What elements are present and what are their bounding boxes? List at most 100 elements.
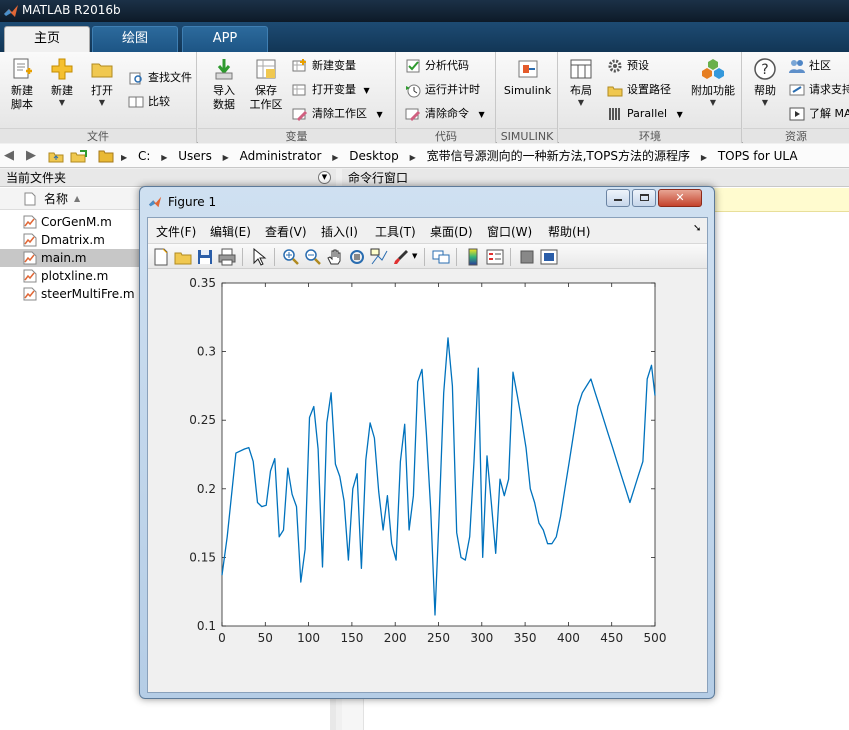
add-ons-dropdown-arrow-icon[interactable]: ▼ [687, 98, 739, 108]
name-column-label: 名称 [44, 192, 69, 206]
menu-dock-arrow-icon[interactable]: ➘ [693, 223, 701, 234]
open-file-icon[interactable] [174, 248, 192, 266]
import-data-icon [215, 59, 233, 80]
set-path-button[interactable]: 设置路径 [607, 80, 671, 100]
figure-window[interactable]: Figure 1 ✕ 文件(F) 编辑(E) 查看(V) 插入(I) 工具(T)… [139, 186, 715, 699]
clear-workspace-dropdown-icon[interactable]: ▼ [377, 110, 383, 119]
open-variable-dropdown-icon[interactable]: ▼ [364, 86, 370, 95]
pan-hand-icon[interactable] [326, 248, 344, 266]
menu-insert[interactable]: 插入(I) [321, 223, 358, 240]
community-button[interactable]: 社区 [789, 56, 831, 76]
clear-workspace-button[interactable]: 清除工作区 ▼ [292, 104, 383, 124]
open-button[interactable]: 打开 ▼ [84, 57, 120, 108]
parallel-button[interactable]: Parallel ▼ [607, 104, 683, 124]
brush-icon[interactable] [392, 248, 410, 266]
compare-button[interactable]: 比较 [128, 92, 170, 112]
breadcrumb-drive[interactable]: C: [134, 144, 154, 168]
up-folder-icon[interactable] [48, 148, 64, 164]
breadcrumb-tops-for-ula[interactable]: TOPS for ULA [714, 144, 802, 168]
simulink-group-label: SIMULINK [497, 128, 557, 143]
file-group-label: 文件 [0, 128, 196, 143]
show-plot-tools-icon[interactable] [540, 248, 558, 266]
figure-title-bar[interactable]: Figure 1 ✕ [140, 187, 714, 215]
open-dropdown-arrow-icon[interactable]: ▼ [84, 98, 120, 108]
hide-plot-tools-icon[interactable] [518, 248, 536, 266]
breadcrumb-project-folder[interactable]: 宽带信号源测向的一种新方法,TOPS方法的源程序 [423, 144, 694, 168]
breadcrumb-desktop[interactable]: Desktop [345, 144, 403, 168]
menu-edit[interactable]: 编辑(E) [210, 223, 251, 240]
parallel-dropdown-icon[interactable]: ▼ [677, 110, 683, 119]
new-script-button[interactable]: 新建 脚本 [2, 57, 42, 112]
app-title-bar[interactable]: MATLAB R2016b [0, 0, 849, 22]
rotate-3d-icon[interactable] [348, 248, 366, 266]
new-variable-button[interactable]: 新建变量 [292, 56, 356, 76]
zoom-in-icon[interactable] [282, 248, 300, 266]
menu-view[interactable]: 查看(V) [265, 223, 307, 240]
save-workspace-button[interactable]: 保存 工作区 [246, 57, 286, 112]
matlab-logo-icon [4, 5, 18, 17]
back-arrow-icon[interactable]: ◀ [4, 148, 14, 163]
zoom-out-icon[interactable] [304, 248, 322, 266]
preferences-button[interactable]: 预设 [607, 56, 649, 76]
current-folder-header[interactable]: 当前文件夹 ▼ [0, 169, 336, 187]
legend-icon[interactable] [486, 248, 504, 266]
menu-file[interactable]: 文件(F) [156, 223, 196, 240]
matlab-file-icon [23, 287, 37, 301]
clear-commands-dropdown-icon[interactable]: ▼ [479, 110, 485, 119]
add-ons-button[interactable]: 附加功能 ▼ [687, 57, 739, 108]
menu-help[interactable]: 帮助(H) [548, 223, 590, 240]
clear-workspace-icon [292, 108, 308, 122]
print-icon[interactable] [218, 248, 236, 266]
menu-desktop[interactable]: 桌面(D) [430, 223, 473, 240]
minimize-button[interactable] [606, 189, 630, 207]
import-data-button[interactable]: 导入 数据 [204, 57, 244, 112]
new-figure-icon[interactable] [152, 248, 170, 266]
request-support-button[interactable]: 请求支持 [789, 80, 849, 100]
find-files-button[interactable]: 查找文件 [128, 68, 192, 88]
analyze-code-button[interactable]: 分析代码 [405, 56, 469, 76]
close-button[interactable]: ✕ [658, 189, 702, 207]
svg-text:?: ? [761, 62, 768, 78]
colorbar-icon[interactable] [464, 248, 482, 266]
y-tick-label: 0.25 [189, 413, 216, 427]
axes-box [221, 282, 656, 627]
maximize-button[interactable] [632, 189, 656, 207]
run-and-time-button[interactable]: 运行并计时 [405, 80, 480, 100]
set-path-icon [607, 86, 623, 97]
browse-folder-icon[interactable] [70, 148, 88, 164]
breadcrumb: ▶ C: ▶ Users ▶ Administrator ▶ Desktop ▶… [118, 144, 802, 168]
layout-dropdown-arrow-icon[interactable]: ▼ [563, 98, 599, 108]
tab-plots[interactable]: 绘图 [92, 26, 178, 52]
save-icon[interactable] [196, 248, 214, 266]
open-variable-button[interactable]: 打开变量 ▼ [292, 80, 370, 100]
simulink-button[interactable]: Simulink [499, 57, 556, 98]
new-dropdown-arrow-icon[interactable]: ▼ [44, 98, 80, 108]
pointer-icon[interactable] [250, 248, 268, 266]
file-type-column-icon [24, 192, 36, 206]
command-window-header[interactable]: 命令行窗口 [342, 169, 849, 187]
menu-tools[interactable]: 工具(T) [375, 223, 416, 240]
layout-button[interactable]: 布局 ▼ [563, 57, 599, 108]
help-dropdown-arrow-icon[interactable]: ▼ [747, 98, 783, 108]
breadcrumb-separator-icon: ▶ [121, 153, 128, 162]
parallel-label: Parallel [627, 107, 668, 120]
panel-options-icon[interactable]: ▼ [318, 171, 331, 184]
maximize-icon [639, 194, 649, 201]
learn-matlab-button[interactable]: 了解 MA [789, 104, 849, 124]
breadcrumb-administrator[interactable]: Administrator [236, 144, 326, 168]
link-plot-icon[interactable] [432, 248, 450, 266]
request-support-icon [789, 84, 805, 96]
data-cursor-icon[interactable] [370, 248, 388, 266]
help-button[interactable]: ? 帮助 ▼ [747, 57, 783, 108]
forward-arrow-icon[interactable]: ▶ [26, 148, 36, 163]
tab-home[interactable]: 主页 [4, 26, 90, 52]
clear-commands-label: 清除命令 [425, 107, 469, 120]
brush-dropdown-icon[interactable]: ▼ [412, 252, 417, 260]
compare-label: 比较 [148, 95, 170, 108]
menu-window[interactable]: 窗口(W) [487, 223, 532, 240]
tab-apps[interactable]: APP [182, 26, 268, 52]
new-button[interactable]: 新建 ▼ [44, 57, 80, 108]
line-chart[interactable]: 0 50 100 150 200 250 300 350 400 450 500 0.1 0.15 0.2… [148, 270, 707, 690]
clear-commands-button[interactable]: 清除命令 ▼ [405, 104, 485, 124]
breadcrumb-users[interactable]: Users [174, 144, 216, 168]
